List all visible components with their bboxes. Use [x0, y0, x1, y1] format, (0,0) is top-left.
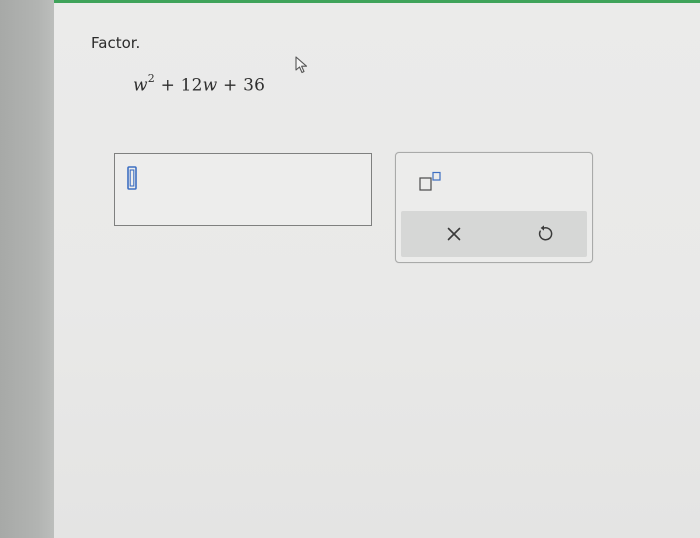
left-bezel: [0, 0, 54, 538]
answer-input[interactable]: [114, 153, 372, 226]
expression-middle-variable: w: [202, 75, 218, 96]
expression-variable: w: [133, 75, 148, 96]
math-expression: w2 + 12w + 36: [133, 72, 266, 96]
clear-icon[interactable]: [443, 223, 465, 245]
math-tool-panel: [395, 152, 593, 263]
expression-exponent: 2: [147, 72, 155, 85]
undo-icon[interactable]: [533, 223, 555, 245]
screen: Factor. w2 + 12w + 36: [0, 0, 700, 538]
action-bar: [401, 211, 587, 257]
expression-constant: + 36: [217, 75, 266, 96]
question-prompt: Factor.: [91, 34, 141, 52]
superscript-template-icon[interactable]: [418, 171, 444, 193]
expression-middle: + 12: [154, 75, 203, 96]
mouse-pointer-icon: [295, 56, 308, 74]
top-accent-bar: [54, 0, 700, 3]
text-cursor-icon: [127, 166, 137, 190]
